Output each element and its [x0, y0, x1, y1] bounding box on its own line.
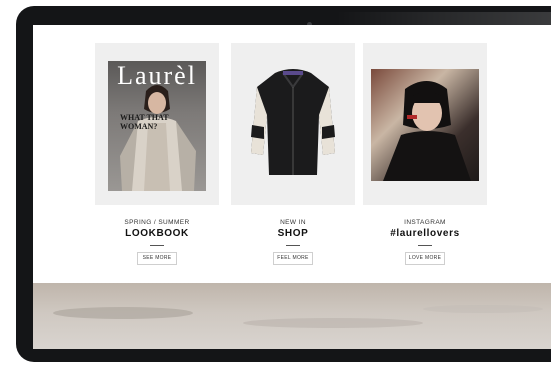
- lookbook-title[interactable]: LOOKBOOK: [95, 228, 219, 239]
- cover-headline: WHAT THAT WOMAN?: [120, 113, 169, 131]
- instagram-divider: [418, 245, 432, 246]
- instagram-card: INSTAGRAM #laurellovers LOVE MORE: [363, 43, 487, 265]
- love-more-button[interactable]: LOVE MORE: [405, 252, 445, 265]
- lookbook-card: Laurèl WHAT THAT WOMAN? SPRING / SUMMER …: [95, 43, 219, 265]
- instagram-image-frame[interactable]: [363, 43, 487, 205]
- website-screen: Laurèl WHAT THAT WOMAN? SPRING / SUMMER …: [33, 25, 551, 349]
- shop-subtitle: NEW IN: [280, 219, 306, 226]
- shop-divider: [286, 245, 300, 246]
- woman-portrait-icon: [371, 69, 479, 181]
- feel-more-button[interactable]: FEEL MORE: [273, 252, 313, 265]
- lookbook-image-frame[interactable]: Laurèl WHAT THAT WOMAN?: [95, 43, 219, 205]
- shop-title[interactable]: SHOP: [231, 228, 355, 239]
- instagram-subtitle: INSTAGRAM: [404, 219, 446, 226]
- landscape-banner-image: [33, 283, 551, 349]
- see-more-button[interactable]: SEE MORE: [137, 252, 177, 265]
- lookbook-divider: [150, 245, 164, 246]
- lookbook-subtitle: SPRING / SUMMER: [124, 219, 190, 226]
- magazine-cover-image: Laurèl WHAT THAT WOMAN?: [108, 61, 206, 191]
- shop-card: NEW IN SHOP FEEL MORE: [231, 43, 355, 265]
- leather-jacket-icon: [251, 69, 335, 175]
- shop-image-frame[interactable]: [231, 43, 355, 205]
- instagram-hashtag[interactable]: #laurellovers: [363, 228, 487, 239]
